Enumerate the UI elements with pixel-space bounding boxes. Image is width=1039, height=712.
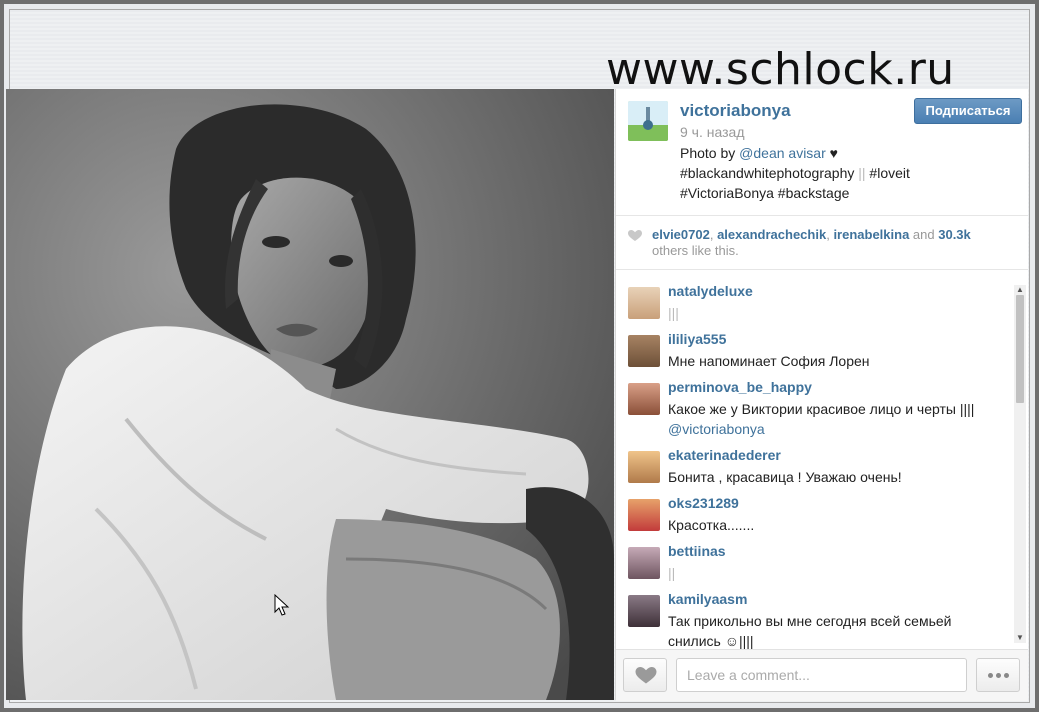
likes-and: and — [909, 227, 939, 242]
avatar-image-icon — [628, 101, 668, 141]
comment-item: ililiya555 Мне напоминает София Лорен — [628, 331, 1008, 375]
scroll-down-arrow-icon[interactable]: ▼ — [1014, 633, 1026, 643]
comment-footer — [616, 649, 1028, 701]
follow-button[interactable]: Подписаться — [914, 98, 1022, 124]
ellipsis-icon — [996, 673, 1001, 678]
commenter-avatar[interactable] — [628, 451, 660, 483]
comment-username[interactable]: oks231289 — [668, 495, 739, 511]
comment-username[interactable]: kamilyaasm — [668, 591, 747, 607]
more-options-button[interactable] — [976, 658, 1020, 692]
caption-prefix: Photo by — [680, 145, 740, 161]
comment-username[interactable]: ililiya555 — [668, 331, 726, 347]
comments-list: natalydeluxe ||| ililiya555 Мне напомина… — [616, 279, 1028, 649]
comment-input[interactable] — [676, 658, 967, 692]
heart-icon — [635, 667, 657, 684]
comment-text: Бонита , красавица ! Уважаю очень! — [668, 469, 902, 485]
post-details-panel: victoriabonya 9 ч. назад Photo by @dean … — [615, 89, 1028, 701]
likes-count[interactable]: 30.3k — [938, 227, 971, 242]
watermark: www.schlock.ru — [606, 44, 955, 95]
caption-heart: ♥ — [829, 145, 838, 161]
scroll-up-arrow-icon[interactable]: ▲ — [1014, 285, 1026, 295]
liker-2[interactable]: alexandrachechik — [717, 227, 826, 242]
post-time: 9 ч. назад — [680, 124, 745, 140]
comment-item: oks231289 Красотка....... — [628, 495, 1008, 539]
comment-text: ||| — [668, 305, 679, 321]
scrollbar-thumb[interactable] — [1016, 295, 1024, 403]
divider — [616, 269, 1028, 270]
commenter-avatar[interactable] — [628, 499, 660, 531]
likes-suffix: others like this. — [652, 243, 739, 258]
comment-item: bettiinas || — [628, 543, 1008, 587]
photo-illustration — [6, 89, 614, 700]
like-button[interactable] — [623, 658, 667, 692]
commenter-avatar[interactable] — [628, 595, 660, 627]
comment-text: Какое же у Виктории красивое лицо и черт… — [668, 399, 988, 439]
caption-marks: || — [858, 165, 866, 181]
comment-text: Красотка....... — [668, 517, 755, 533]
ellipsis-icon — [1004, 673, 1009, 678]
divider — [616, 215, 1028, 216]
comment-mention[interactable]: @victoriabonya — [668, 421, 765, 437]
comment-item: natalydeluxe ||| — [628, 283, 1008, 327]
mouse-cursor-icon — [274, 594, 290, 616]
comment-item: kamilyaasm Так прикольно вы мне сегодня … — [628, 591, 1008, 649]
author-username[interactable]: victoriabonya — [680, 101, 791, 121]
caption-hashtags-line[interactable]: #VictoriaBonya #backstage — [680, 183, 940, 203]
ellipsis-icon — [988, 673, 993, 678]
likes-text: elvie0702, alexandrachechik, irenabelkin… — [652, 227, 1022, 259]
caption-hashtag-loveit[interactable]: #loveit — [869, 165, 909, 181]
comment-text: || — [668, 565, 676, 581]
comment-username[interactable]: ekaterinadederer — [668, 447, 781, 463]
comment-text-line1: Так прикольно вы мне сегодня всей семьей — [668, 613, 952, 629]
comment-text-body: Какое же у Виктории красивое лицо и черт… — [668, 401, 975, 417]
comment-text: Мне напоминает София Лорен — [668, 353, 870, 369]
caption-mention-rest[interactable]: avisar — [788, 145, 825, 161]
commenter-avatar[interactable] — [628, 383, 660, 415]
comment-username[interactable]: bettiinas — [668, 543, 726, 559]
comment-username[interactable]: natalydeluxe — [668, 283, 753, 299]
caption-hashtag-bw[interactable]: #blackandwhitephotography — [680, 165, 854, 181]
post-caption: Photo by @dean avisar ♥ #blackandwhiteph… — [680, 143, 940, 203]
likes-heart-icon — [628, 230, 642, 241]
commenter-avatar[interactable] — [628, 547, 660, 579]
comment-text-line2: снились ☺|||| — [668, 633, 754, 649]
comment-item: ekaterinadederer Бонита , красавица ! Ув… — [628, 447, 1008, 491]
post-photo[interactable] — [6, 89, 614, 700]
commenter-avatar[interactable] — [628, 335, 660, 367]
commenter-avatar[interactable] — [628, 287, 660, 319]
liker-1[interactable]: elvie0702 — [652, 227, 710, 242]
likes-sep-1: , — [709, 227, 718, 242]
liker-3[interactable]: irenabelkina — [833, 227, 909, 242]
caption-mention[interactable]: @dean — [739, 145, 784, 161]
comments-scrollbar[interactable]: ▲ ▼ — [1014, 285, 1026, 643]
comment-text: Так прикольно вы мне сегодня всей семьей… — [668, 611, 988, 649]
comment-username[interactable]: perminova_be_happy — [668, 379, 812, 395]
comment-item: perminova_be_happy Какое же у Виктории к… — [628, 379, 1008, 443]
author-avatar[interactable] — [628, 101, 668, 141]
